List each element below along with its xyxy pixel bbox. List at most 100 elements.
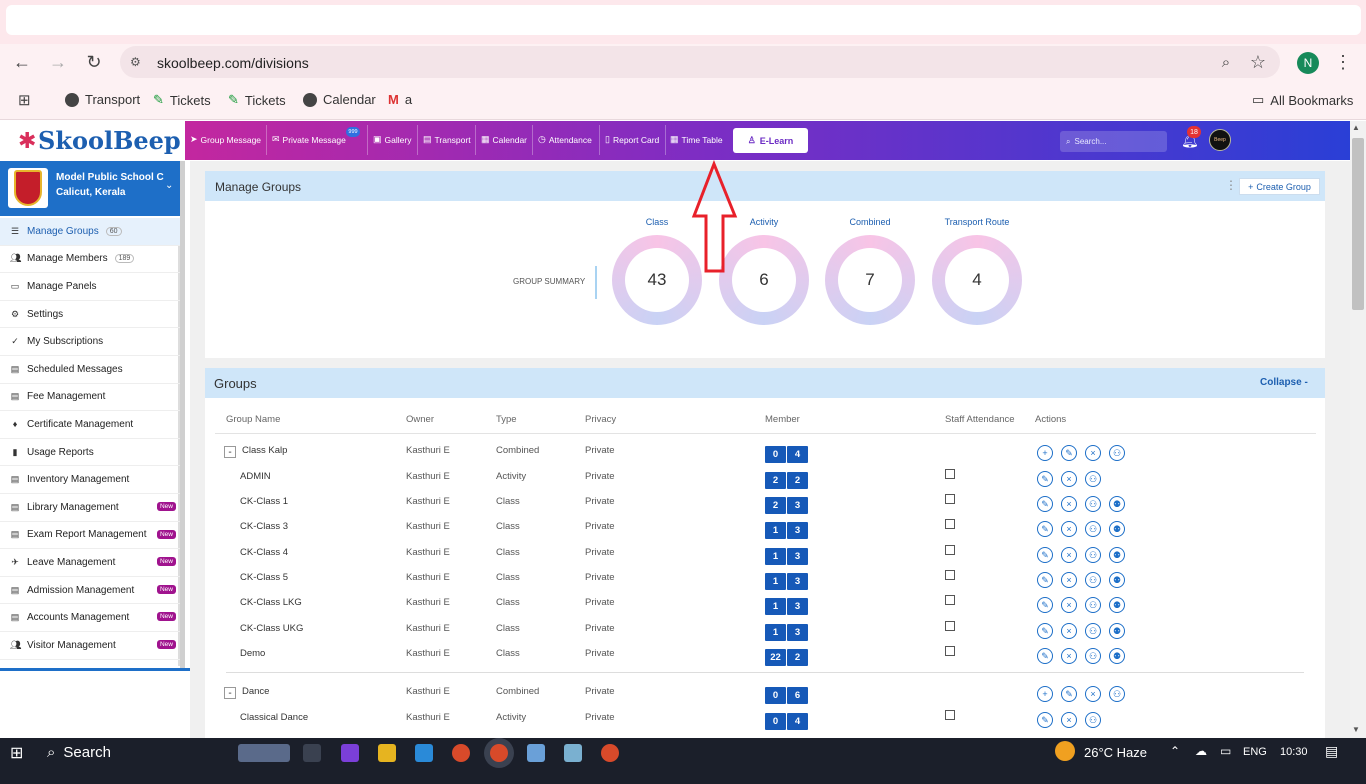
staff-attendance-checkbox[interactable] <box>945 494 955 504</box>
members-icon[interactable]: ⚇ <box>1109 445 1125 461</box>
notification-center-icon[interactable]: ▤ <box>1325 743 1338 760</box>
member-counts[interactable]: 13 <box>765 522 808 539</box>
group-name[interactable]: CK-Class 4 <box>240 547 288 558</box>
group-name[interactable]: Dance <box>242 686 269 697</box>
sidebar-item-leave-management[interactable]: ✈ Leave Management New <box>0 549 182 577</box>
nav-report-card[interactable]: ▯ Report Card <box>605 134 659 145</box>
summary-ring-3[interactable]: 4 <box>932 235 1022 325</box>
chrome-icon[interactable] <box>452 744 470 762</box>
edit-icon[interactable]: ✎ <box>1037 597 1053 613</box>
member-counts[interactable]: 13 <box>765 548 808 565</box>
nav-calendar[interactable]: ▦ Calendar <box>481 134 527 145</box>
notepad-icon[interactable] <box>527 744 545 762</box>
bookmark-calendar[interactable]: Calendar <box>303 92 376 107</box>
staff-attendance-checkbox[interactable] <box>945 595 955 605</box>
delete-icon[interactable]: × <box>1085 686 1101 702</box>
sidebar-item-my-subscriptions[interactable]: ✓ My Subscriptions <box>0 328 182 356</box>
member-counts[interactable]: 04 <box>765 713 808 730</box>
sidebar-item-certificate-management[interactable]: ♦ Certificate Management <box>0 411 182 439</box>
member-counts[interactable]: 04 <box>765 446 808 463</box>
staff-icon[interactable]: ⚉ <box>1109 572 1125 588</box>
members-icon[interactable]: ⚇ <box>1085 547 1101 563</box>
group-name[interactable]: CK-Class LKG <box>240 597 302 608</box>
task-view-icon[interactable] <box>303 744 321 762</box>
edit-icon[interactable]: ✎ <box>1037 572 1053 588</box>
store-icon[interactable] <box>415 744 433 762</box>
staff-attendance-checkbox[interactable] <box>945 710 955 720</box>
nav-time-table[interactable]: ▦ Time Table <box>670 134 723 145</box>
all-bookmarks[interactable]: ▭ All Bookmarks <box>1252 92 1353 108</box>
nav-transport[interactable]: ▤ Transport <box>423 134 471 145</box>
page-scrollbar-thumb[interactable] <box>1352 138 1364 310</box>
staff-attendance-checkbox[interactable] <box>945 519 955 529</box>
url-text[interactable]: skoolbeep.com/divisions <box>157 55 309 71</box>
member-counts[interactable]: 13 <box>765 573 808 590</box>
edit-icon[interactable]: ✎ <box>1037 521 1053 537</box>
menu-kebab-icon[interactable]: ⋮ <box>1329 48 1357 76</box>
edit-icon[interactable]: ✎ <box>1037 712 1053 728</box>
taskbar-search[interactable]: ⌕ Search <box>47 744 111 761</box>
weather-text[interactable]: 26°C Haze <box>1084 745 1147 760</box>
summary-ring-0[interactable]: 43 <box>612 235 702 325</box>
sidebar-item-fee-management[interactable]: ▤ Fee Management <box>0 384 182 412</box>
members-icon[interactable]: ⚇ <box>1085 471 1101 487</box>
nav-group-message[interactable]: ➤ Group Message <box>190 134 261 145</box>
staff-attendance-checkbox[interactable] <box>945 646 955 656</box>
member-counts[interactable]: 06 <box>765 687 808 704</box>
elearn-button[interactable]: ♙ E-Learn <box>733 128 808 153</box>
staff-attendance-checkbox[interactable] <box>945 621 955 631</box>
member-counts[interactable]: 22 2 <box>765 649 808 666</box>
group-name[interactable]: Class Kalp <box>242 445 287 456</box>
nav-attendance[interactable]: ◷ Attendance <box>538 134 592 145</box>
expand-toggle[interactable]: - <box>224 687 236 699</box>
delete-icon[interactable]: × <box>1061 648 1077 664</box>
sidebar-item-exam-report-management[interactable]: ▤ Exam Report Management New <box>0 522 182 550</box>
summary-ring-2[interactable]: 7 <box>825 235 915 325</box>
delete-icon[interactable]: × <box>1061 496 1077 512</box>
member-counts[interactable]: 22 <box>765 472 808 489</box>
sidebar-item-manage-members[interactable]: 👥︎ Manage Members 189 <box>0 246 182 274</box>
bookmark-gmail[interactable]: Ma <box>388 92 412 107</box>
tray-chevron-icon[interactable]: ⌃ <box>1170 744 1180 758</box>
members-icon[interactable]: ⚇ <box>1085 521 1101 537</box>
group-name[interactable]: Demo <box>240 648 265 659</box>
members-icon[interactable]: ⚇ <box>1085 597 1101 613</box>
paint-icon[interactable] <box>564 744 582 762</box>
clock[interactable]: 10:30 <box>1280 746 1308 758</box>
group-name[interactable]: Classical Dance <box>240 712 308 723</box>
forward-icon[interactable]: → <box>44 48 72 76</box>
delete-icon[interactable]: × <box>1085 445 1101 461</box>
delete-icon[interactable]: × <box>1061 572 1077 588</box>
sidebar-item-visitor-management[interactable]: 👥︎ Visitor Management New <box>0 632 182 660</box>
add-icon[interactable]: + <box>1037 686 1053 702</box>
chevron-down-icon[interactable]: ⌄ <box>165 180 173 191</box>
scroll-up-icon[interactable]: ▲ <box>1352 123 1360 132</box>
delete-icon[interactable]: × <box>1061 597 1077 613</box>
browser-tab[interactable] <box>6 5 1361 35</box>
nav-private-message[interactable]: ✉ Private Message <box>272 134 346 145</box>
group-name[interactable]: CK-Class 5 <box>240 572 288 583</box>
sidebar-item-library-management[interactable]: ▤ Library Management New <box>0 494 182 522</box>
nav-gallery[interactable]: ▣ Gallery <box>373 134 411 145</box>
members-icon[interactable]: ⚇ <box>1085 648 1101 664</box>
create-group-button[interactable]: + Create Group <box>1239 178 1320 195</box>
staff-attendance-checkbox[interactable] <box>945 570 955 580</box>
zoom-icon[interactable]: ⌕ <box>1212 48 1240 76</box>
members-icon[interactable]: ⚇ <box>1085 572 1101 588</box>
edit-icon[interactable]: ✎ <box>1037 623 1053 639</box>
more-options-icon[interactable]: ⋮ <box>1225 178 1237 192</box>
sidebar-item-manage-groups[interactable]: ☰ Manage Groups 60 <box>0 218 182 246</box>
app-search-input[interactable]: ⌕ Search... <box>1060 131 1167 152</box>
delete-icon[interactable]: × <box>1061 712 1077 728</box>
members-icon[interactable]: ⚇ <box>1085 623 1101 639</box>
back-icon[interactable]: ← <box>8 48 36 76</box>
group-name[interactable]: CK-Class 3 <box>240 521 288 532</box>
sidebar-item-inventory-management[interactable]: ▤ Inventory Management <box>0 466 182 494</box>
sidebar-item-scheduled-messages[interactable]: ▤ Scheduled Messages <box>0 356 182 384</box>
sidebar-item-manage-panels[interactable]: ▭ Manage Panels <box>0 273 182 301</box>
member-counts[interactable]: 23 <box>765 497 808 514</box>
chrome-icon[interactable] <box>601 744 619 762</box>
staff-icon[interactable]: ⚉ <box>1109 648 1125 664</box>
sidebar-scrollbar[interactable] <box>180 161 185 668</box>
add-icon[interactable]: + <box>1037 445 1053 461</box>
